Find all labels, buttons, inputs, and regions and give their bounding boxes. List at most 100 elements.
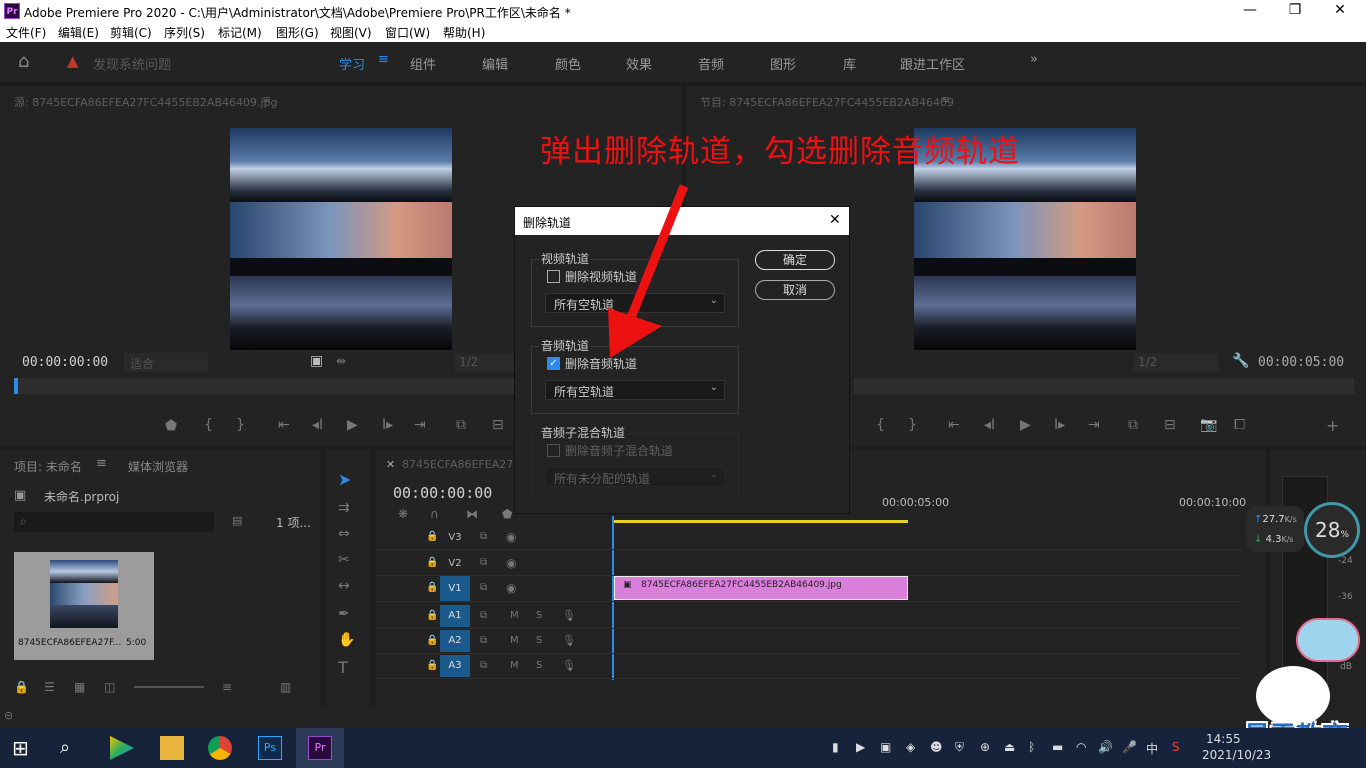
ripple-edit-tool-icon[interactable]: ⇔ bbox=[338, 526, 350, 542]
more-workspaces-icon[interactable]: » bbox=[1030, 52, 1038, 67]
tray-app-icon[interactable]: ▣ bbox=[880, 740, 891, 754]
work-area-bar[interactable] bbox=[614, 520, 908, 523]
step-forward-icon[interactable]: I▸ bbox=[382, 417, 393, 433]
sync-v3-icon[interactable]: ⧉ bbox=[480, 531, 487, 542]
menu-view[interactable]: 视图(V) bbox=[330, 24, 372, 41]
menu-help[interactable]: 帮助(H) bbox=[443, 24, 485, 41]
icon-view-icon[interactable]: ▦ bbox=[74, 680, 85, 694]
lock-a1-icon[interactable]: 🔒 bbox=[426, 610, 438, 621]
lock-a2-icon[interactable]: 🔒 bbox=[426, 635, 438, 646]
file-explorer-icon[interactable] bbox=[160, 736, 184, 760]
minimize-icon[interactable]: — bbox=[1240, 2, 1260, 18]
delete-submix-tracks-checkbox[interactable] bbox=[547, 444, 560, 457]
insert-clip-icon[interactable]: ⧉ bbox=[456, 417, 466, 433]
track-label-v3[interactable]: V3 bbox=[440, 527, 470, 549]
snap-icon[interactable]: ∩ bbox=[430, 507, 439, 521]
tab-follow-workspace[interactable]: 跟进工作区 bbox=[900, 54, 965, 73]
solo-a2[interactable]: S bbox=[536, 635, 542, 646]
step-back-icon[interactable]: ◂I bbox=[312, 417, 323, 433]
mark-out-icon[interactable]: } bbox=[236, 417, 245, 433]
list-view-icon[interactable]: ☰ bbox=[44, 680, 55, 694]
wifi-icon[interactable]: ◠ bbox=[1076, 740, 1086, 754]
media-browser-tab[interactable]: 媒体浏览器 bbox=[128, 458, 188, 475]
search-icon[interactable]: ⌕ bbox=[60, 736, 84, 760]
cancel-button[interactable]: 取消 bbox=[755, 280, 835, 300]
source-monitor-title[interactable]: 源: 8745ECFA86EFEA27FC4455EB2AB46409.jpg bbox=[14, 94, 278, 110]
bin-icon[interactable]: ▤ bbox=[232, 514, 242, 527]
system-issue-label[interactable]: 发现系统问题 bbox=[93, 54, 171, 73]
sync-a1-icon[interactable]: ⧉ bbox=[480, 610, 487, 621]
clock-time[interactable]: 14:55 bbox=[1206, 732, 1241, 746]
tray-qq-icon[interactable]: ☻ bbox=[930, 740, 943, 754]
project-tab[interactable]: 项目: 未命名 bbox=[14, 458, 82, 475]
source-timecode[interactable]: 00:00:00:00 bbox=[22, 355, 108, 370]
menu-marker[interactable]: 标记(M) bbox=[218, 24, 262, 41]
tab-audio[interactable]: 音频 bbox=[698, 54, 724, 73]
menu-edit[interactable]: 编辑(E) bbox=[58, 24, 99, 41]
linked-selection-icon[interactable]: ⧓ bbox=[466, 507, 478, 521]
sync-v2-icon[interactable]: ⧉ bbox=[480, 557, 487, 568]
lock-v3-icon[interactable]: 🔒 bbox=[426, 531, 438, 542]
delete-submix-tracks-label[interactable]: 删除音频子混合轨道 bbox=[565, 442, 673, 459]
solo-a3[interactable]: S bbox=[536, 660, 542, 671]
program-panel-menu-icon[interactable]: ≡ bbox=[941, 93, 950, 106]
project-menu-icon[interactable]: ≡ bbox=[96, 456, 107, 471]
tab-editing[interactable]: 编辑 bbox=[482, 54, 508, 73]
lock-icon[interactable]: 🔒 bbox=[14, 680, 29, 694]
slip-tool-icon[interactable]: ↔ bbox=[338, 578, 350, 594]
comparison-view-icon[interactable]: ⧠ bbox=[1234, 417, 1245, 433]
panel-menu-icon[interactable]: ≡ bbox=[262, 93, 271, 106]
lock-v1-icon[interactable]: 🔒 bbox=[426, 582, 438, 593]
premiere-taskbar-icon[interactable]: Pr bbox=[308, 736, 332, 760]
close-sequence-icon[interactable]: ✕ bbox=[386, 458, 395, 471]
tray-plus-icon[interactable]: ⊕ bbox=[980, 740, 990, 754]
overwrite-clip-icon[interactable]: ⊟ bbox=[492, 417, 504, 433]
sequence-tab[interactable]: 8745ECFA86EFEA27FC bbox=[402, 458, 527, 471]
lock-v2-icon[interactable]: 🔒 bbox=[426, 557, 438, 568]
track-label-a3[interactable]: A3 bbox=[440, 655, 470, 677]
home-icon[interactable]: ⌂ bbox=[18, 51, 29, 72]
mic-a3-icon[interactable]: 🎙 bbox=[562, 659, 576, 672]
start-icon[interactable]: ⊞ bbox=[12, 736, 36, 760]
go-to-in-icon[interactable]: ⇤ bbox=[278, 417, 290, 433]
tab-graphics[interactable]: 图形 bbox=[770, 54, 796, 73]
wrench-icon[interactable]: 🔧 bbox=[1232, 353, 1249, 369]
workspace-menu-icon[interactable]: ≡ bbox=[378, 52, 389, 67]
media-player-icon[interactable] bbox=[110, 736, 134, 760]
menu-window[interactable]: 窗口(W) bbox=[385, 24, 430, 41]
add-marker-icon[interactable]: ⬟ bbox=[165, 418, 177, 434]
menu-sequence[interactable]: 序列(S) bbox=[164, 24, 205, 41]
clip-thumbnail-card[interactable]: 8745ECFA86EFEA27F... 5:00 bbox=[14, 552, 154, 660]
track-label-v2[interactable]: V2 bbox=[440, 553, 470, 575]
timeline-timecode[interactable]: 00:00:00:00 bbox=[393, 484, 492, 502]
microphone-icon[interactable]: 🎤 bbox=[1122, 740, 1137, 754]
fit-select[interactable]: 适合 bbox=[124, 353, 208, 371]
clock-date[interactable]: 2021/10/23 bbox=[1202, 748, 1271, 762]
project-search-input[interactable]: ⌕ bbox=[14, 512, 214, 532]
track-label-v1[interactable]: V1 bbox=[440, 576, 470, 601]
selection-tool-icon[interactable]: ➤ bbox=[338, 470, 351, 489]
sync-a3-icon[interactable]: ⧉ bbox=[480, 660, 487, 671]
sync-v1-icon[interactable]: ⧉ bbox=[480, 582, 487, 593]
program-mark-out-icon[interactable]: } bbox=[908, 417, 917, 433]
tray-battery-icon[interactable]: ▮ bbox=[832, 740, 839, 754]
program-monitor-title[interactable]: 节目: 8745ECFA86EFEA27FC4455EB2AB46409 bbox=[700, 94, 954, 110]
program-step-back-icon[interactable]: ◂I bbox=[984, 417, 995, 433]
source-timeline-ruler[interactable] bbox=[14, 378, 514, 394]
eye-v3-icon[interactable]: ◉ bbox=[506, 530, 516, 544]
menu-clip[interactable]: 剪辑(C) bbox=[110, 24, 152, 41]
play-icon[interactable]: ▶ bbox=[347, 417, 358, 433]
tray-network-icon[interactable]: ▬ bbox=[1052, 740, 1063, 754]
pen-tool-icon[interactable]: ✒ bbox=[338, 606, 350, 622]
delete-video-tracks-checkbox[interactable] bbox=[547, 270, 560, 283]
timeline-clip[interactable]: ▣ 8745ECFA86EFEA27FC4455EB2AB46409.jpg bbox=[614, 576, 908, 600]
program-go-to-out-icon[interactable]: ⇥ bbox=[1088, 417, 1100, 433]
tray-nvidia-icon[interactable]: ◈ bbox=[906, 740, 915, 754]
razor-tool-icon[interactable]: ✂ bbox=[338, 552, 350, 568]
program-mark-in-icon[interactable]: { bbox=[876, 417, 885, 433]
extract-icon[interactable]: ⊟ bbox=[1164, 417, 1176, 433]
mark-in-icon[interactable]: { bbox=[204, 417, 213, 433]
mute-a3[interactable]: M bbox=[510, 660, 519, 671]
volume-icon[interactable]: 🔊 bbox=[1098, 740, 1113, 754]
program-go-to-in-icon[interactable]: ⇤ bbox=[948, 417, 960, 433]
